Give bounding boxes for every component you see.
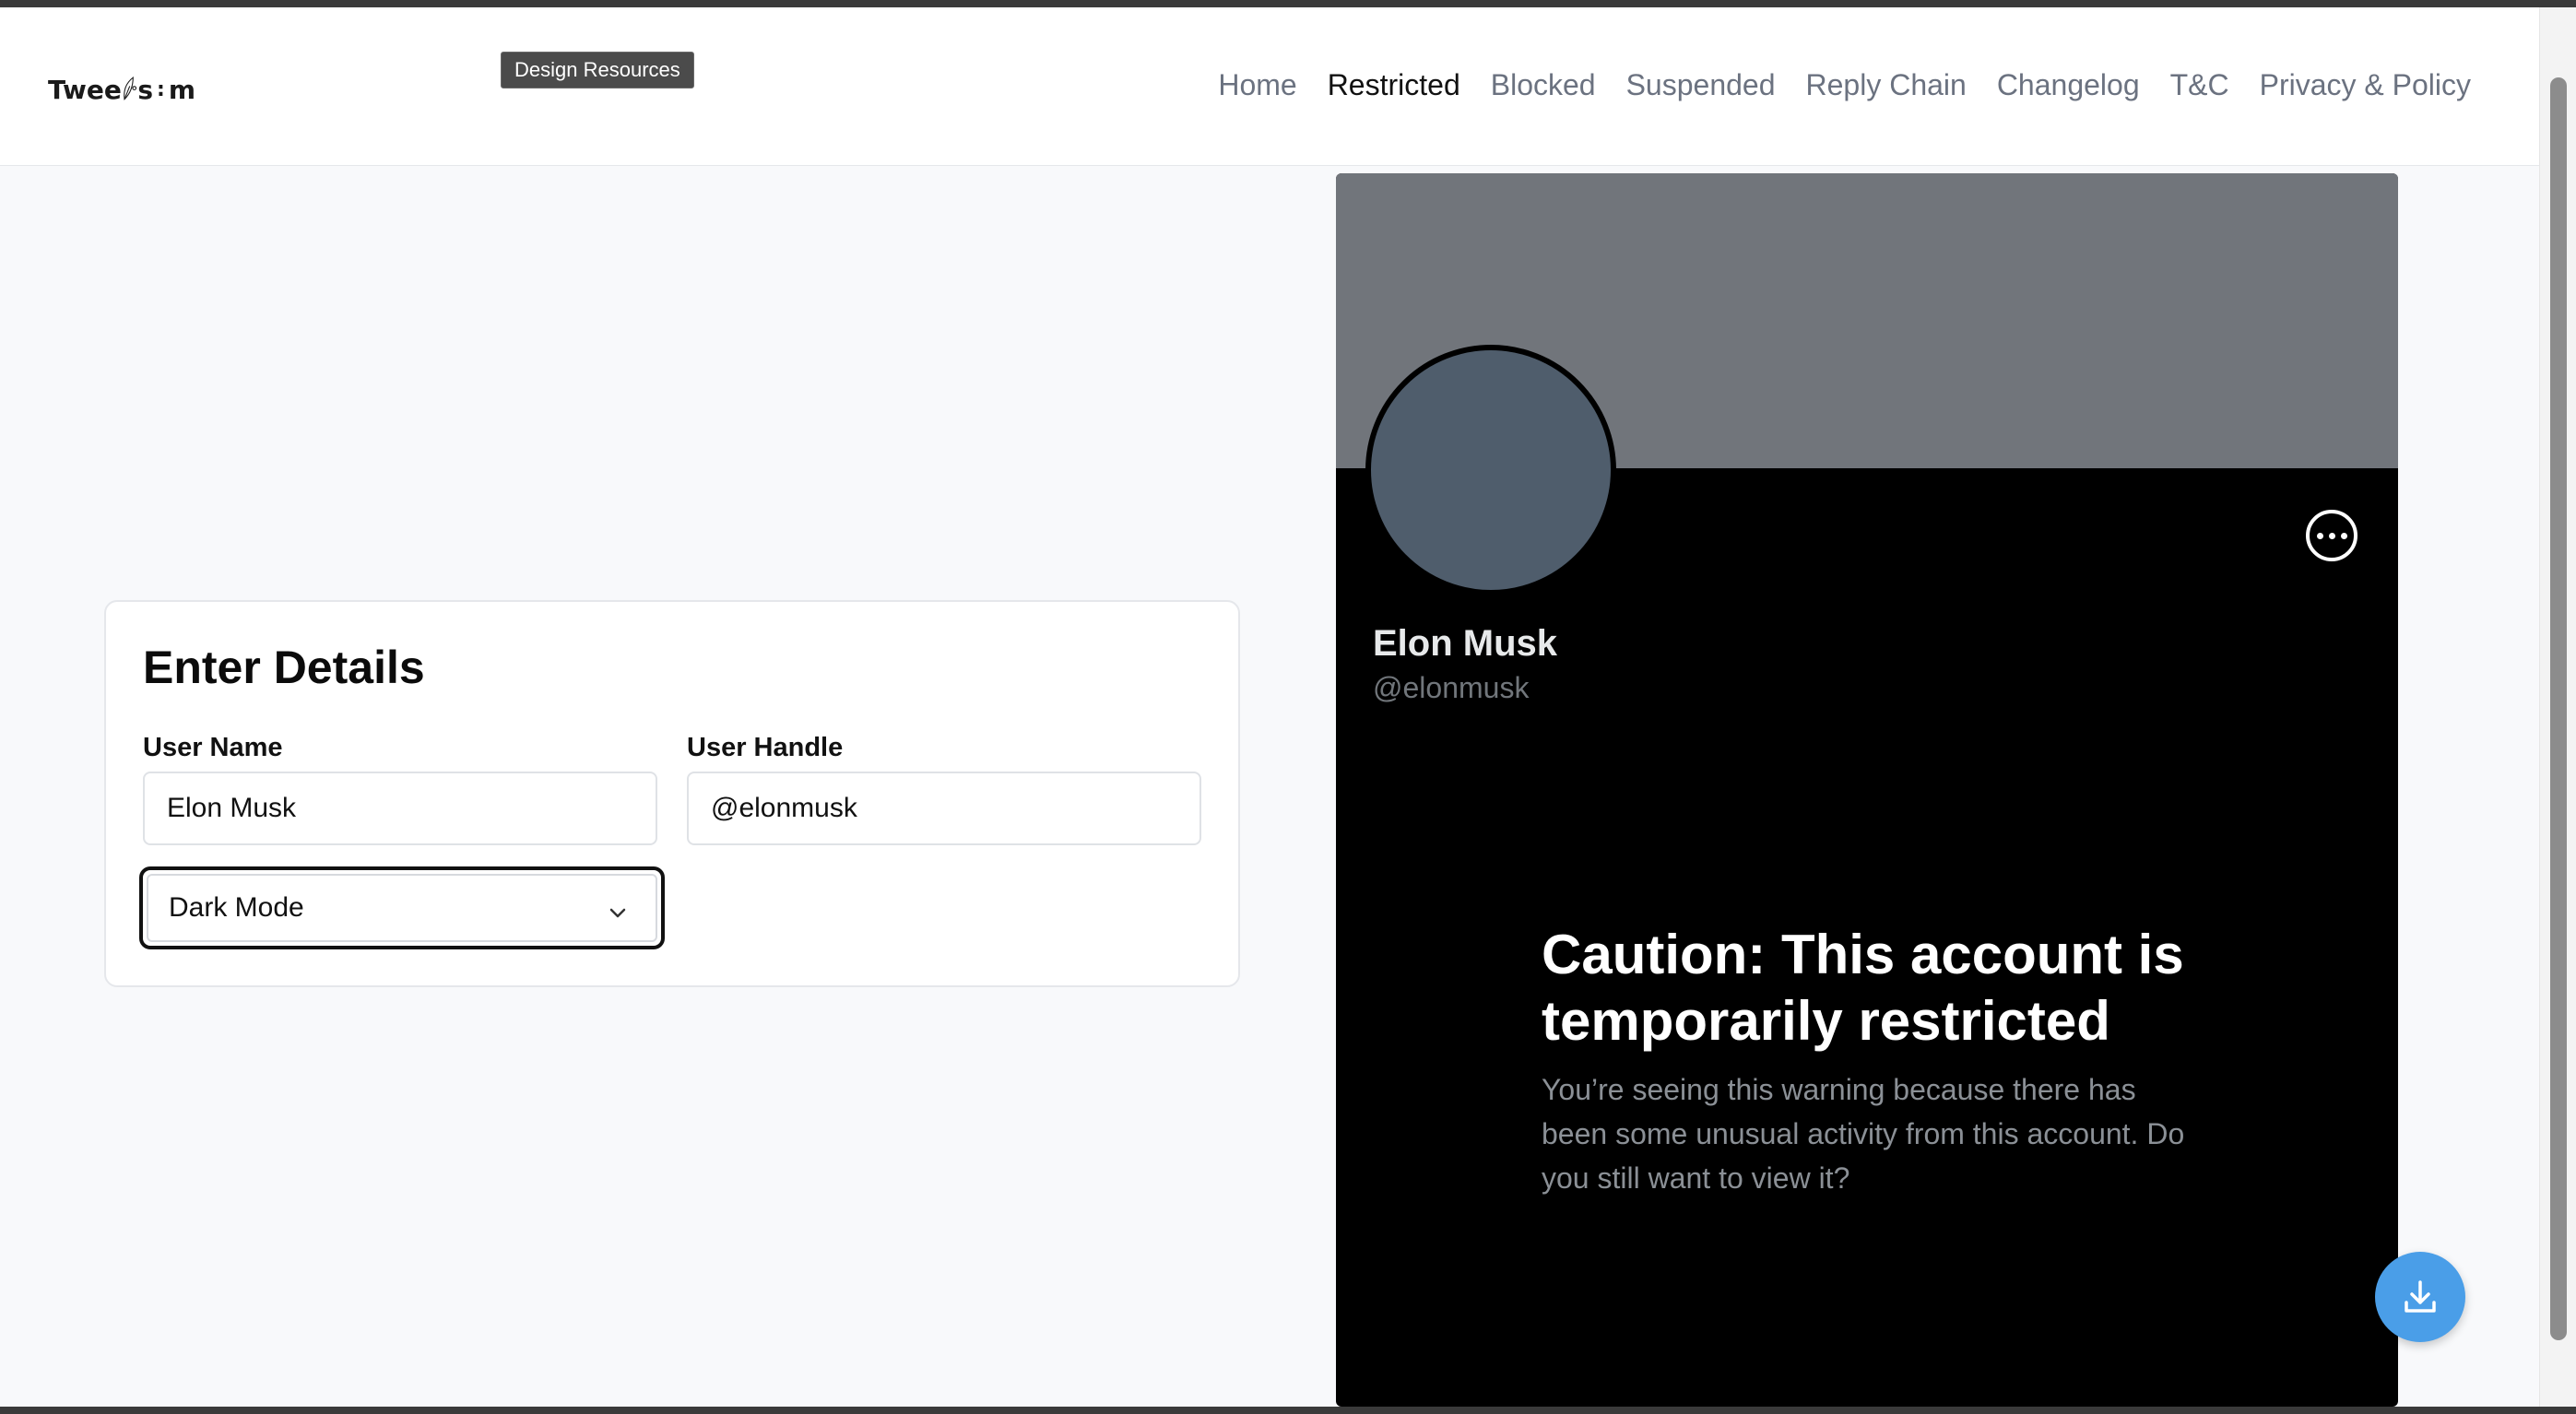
caution-body: You’re seeing this warning because there… (1542, 1073, 2185, 1195)
download-icon (2405, 1280, 2436, 1313)
site-header: Twee s : m Design Resources Home Restric… (0, 7, 2539, 166)
scrollbar[interactable] (2539, 7, 2576, 1407)
user-handle-label: User Handle (687, 733, 844, 762)
details-form-card: Enter Details User Name User Handle Dark… (104, 600, 1240, 987)
nav-suspended[interactable]: Suspended (1626, 68, 1776, 102)
more-options-button[interactable] (2306, 510, 2357, 561)
avatar (1365, 345, 1616, 595)
user-handle-input[interactable] (687, 772, 1201, 845)
nav-home[interactable]: Home (1218, 68, 1296, 102)
profile-handle: @elonmusk (1373, 671, 1530, 704)
feather-icon (124, 77, 136, 100)
user-name-input[interactable] (143, 772, 657, 845)
theme-select[interactable]: Dark Mode (139, 866, 665, 949)
logo-dot: : (157, 77, 165, 101)
chevron-down-icon (609, 908, 626, 918)
main-nav: Home Restricted Blocked Suspended Reply … (1188, 68, 2471, 102)
form-title: Enter Details (143, 642, 425, 693)
nav-blocked[interactable]: Blocked (1491, 68, 1596, 102)
download-button[interactable] (2375, 1252, 2465, 1342)
browser-window: Twee s : m Design Resources Home Restric… (0, 7, 2576, 1407)
nav-changelog[interactable]: Changelog (1997, 68, 2140, 102)
theme-select-value: Dark Mode (169, 892, 304, 923)
nav-privacy-policy[interactable]: Privacy & Policy (2260, 68, 2471, 102)
logo-text-end: m (168, 74, 195, 105)
profile-preview: Elon Musk @elonmusk Caution: This accoun… (1336, 173, 2398, 1407)
theme-select-inner: Dark Mode (147, 874, 657, 942)
more-dot (2316, 532, 2323, 539)
logo-text-right: s (137, 74, 153, 105)
user-name-label: User Name (143, 733, 283, 762)
caution-title: Caution: This account is temporarily res… (1542, 924, 2184, 1052)
nav-reply-chain[interactable]: Reply Chain (1806, 68, 1967, 102)
nav-restricted[interactable]: Restricted (1328, 68, 1460, 102)
more-dot (2340, 532, 2347, 539)
tooltip-design-resources: Design Resources (501, 52, 694, 88)
logo[interactable]: Twee s : m (48, 48, 195, 131)
logo-text-left: Twee (48, 74, 122, 105)
profile-name: Elon Musk (1373, 623, 1558, 664)
nav-terms[interactable]: T&C (2170, 68, 2229, 102)
more-dot (2328, 532, 2335, 539)
scrollbar-thumb[interactable] (2550, 77, 2567, 1340)
